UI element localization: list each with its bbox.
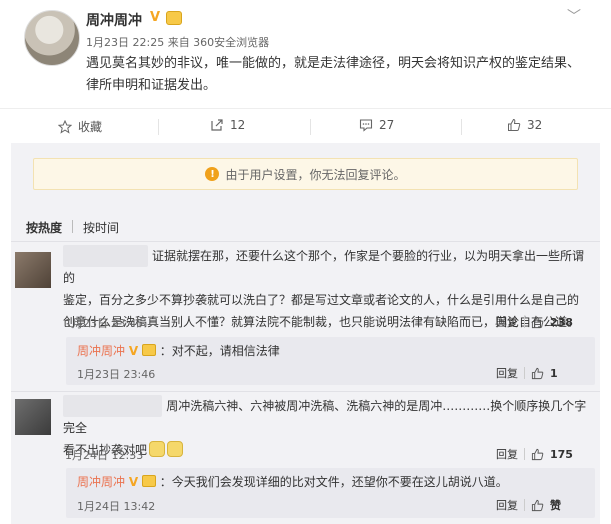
reply-time: 1月24日 13:42	[77, 500, 156, 513]
comment-button[interactable]: 27	[359, 118, 394, 132]
notice-text: 由于用户设置，你无法回复评论。	[225, 167, 406, 182]
verified-badge: V	[128, 475, 139, 489]
comment-icon	[359, 119, 373, 132]
author-reply: 周冲周冲 V ：对不起，请相信法律 1月23日 23:46 回复 1	[66, 337, 595, 385]
post-action-bar: 收藏 12 27 32	[0, 108, 611, 150]
thumbs-up-icon[interactable]	[531, 448, 544, 461]
comments-panel: ! 由于用户设置，你无法回复评论。 按热度 按时间 xxxxxxxxxxxx 证…	[11, 143, 600, 524]
share-icon	[211, 119, 223, 131]
action-divider	[524, 448, 525, 460]
like-button[interactable]: 32	[507, 118, 542, 132]
divider	[11, 391, 600, 392]
author-name[interactable]: 周冲周冲	[86, 10, 142, 30]
author-avatar[interactable]	[24, 10, 80, 66]
comment-time: 1月24日 12:33	[65, 449, 144, 462]
comment-actions: 回复 175	[496, 446, 573, 462]
warning-icon: !	[205, 167, 220, 181]
thumbs-up-icon[interactable]	[531, 316, 544, 329]
reply-actions: 回复 赞	[496, 497, 561, 513]
action-divider	[461, 119, 462, 135]
favorite-button[interactable]: 收藏	[58, 118, 102, 135]
thumbs-up-icon[interactable]	[531, 499, 544, 512]
comment-like-count: 238	[550, 315, 573, 329]
action-divider	[310, 119, 311, 135]
commenter-avatar[interactable]	[15, 252, 51, 288]
reply-author-name[interactable]: 周冲周冲	[77, 475, 125, 489]
vip-crown-icon	[166, 11, 182, 25]
star-icon	[58, 119, 72, 134]
favorite-label: 收藏	[78, 120, 103, 134]
sort-by-hot-tab[interactable]: 按热度	[26, 219, 62, 236]
reply-button[interactable]: 回复	[496, 314, 518, 330]
comment-like-count: 175	[550, 447, 573, 461]
author-reply: 周冲周冲 V ：今天我们会发现详细的比对文件，还望你不要在这儿胡说八道。 1月2…	[66, 468, 595, 518]
comment-time: 1月23日 23:45	[65, 317, 144, 330]
post-meta: 1月23日 22:25 来自 360安全浏览器	[86, 36, 270, 49]
chevron-down-icon[interactable]: ﹀	[567, 6, 581, 26]
commenter-avatar[interactable]	[15, 399, 51, 435]
action-divider	[524, 499, 525, 511]
reply-like-count: 赞	[550, 499, 561, 512]
commenter-name-redacted[interactable]: xxxxxxxxxxxxxx	[63, 395, 163, 417]
weibo-post: 周冲周冲 V ﹀ 1月23日 22:25 来自 360安全浏览器 遇见莫名其妙的…	[0, 0, 611, 150]
reply-button[interactable]: 回复	[496, 446, 518, 462]
reply-text: 周冲周冲 V ：对不起，请相信法律	[77, 344, 280, 358]
sort-by-time-tab[interactable]: 按时间	[83, 219, 119, 236]
divider	[11, 241, 600, 242]
post-content: 遇见莫名其妙的非议，唯一能做的，就是走法律途径，明天会将知识产权的鉴定结果、律所…	[86, 56, 581, 93]
reply-time: 1月23日 23:46	[77, 368, 156, 381]
verified-badge: V	[150, 10, 161, 25]
commenter-name-redacted[interactable]: xxxxxxxxxxxx	[63, 245, 149, 267]
thumbs-up-icon[interactable]	[531, 367, 544, 380]
share-button[interactable]: 12	[210, 118, 245, 132]
cat-emoji-icon	[167, 441, 184, 457]
reply-text: 周冲周冲 V ：今天我们会发现详细的比对文件，还望你不要在这儿胡说八道。	[77, 475, 508, 489]
reply-like-count: 1	[550, 366, 558, 380]
vip-crown-icon	[141, 344, 156, 356]
reply-disabled-notice: ! 由于用户设置，你无法回复评论。	[33, 158, 578, 190]
verified-badge: V	[128, 344, 139, 358]
vip-crown-icon	[141, 475, 156, 487]
reply-author-name[interactable]: 周冲周冲	[77, 344, 125, 358]
reply-button[interactable]: 回复	[496, 365, 518, 381]
action-divider	[524, 367, 525, 379]
comment-count: 27	[379, 118, 395, 132]
sort-divider	[72, 220, 74, 233]
share-count: 12	[230, 118, 246, 132]
action-divider	[158, 119, 159, 135]
like-count: 32	[527, 118, 543, 132]
reply-actions: 回复 1	[496, 365, 558, 381]
cat-emoji-icon	[149, 441, 166, 457]
action-divider	[524, 316, 525, 328]
reply-button[interactable]: 回复	[496, 497, 518, 513]
comment-actions: 回复 238	[496, 314, 573, 330]
sort-tabs: 按热度 按时间	[26, 219, 119, 236]
thumbs-up-icon	[508, 118, 521, 131]
